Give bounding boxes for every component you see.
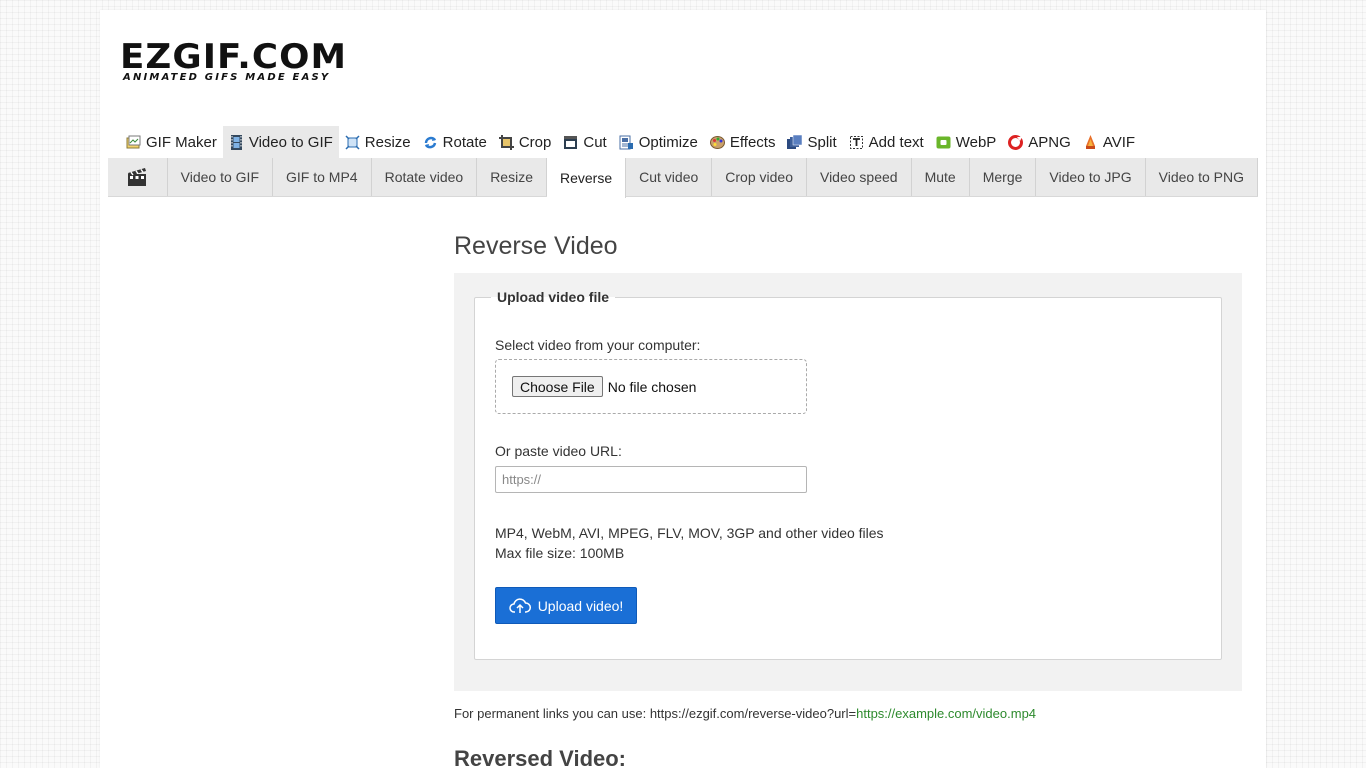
- nav-optimize[interactable]: Optimize: [613, 126, 704, 158]
- nav-label: Optimize: [638, 133, 698, 151]
- crop-icon: [498, 134, 514, 150]
- file-status: No file chosen: [607, 378, 697, 395]
- max-file-size: Max file size: 100MB: [495, 545, 625, 561]
- upload-button-label: Upload video!: [537, 597, 624, 614]
- reversed-video-heading: Reversed Video:: [454, 746, 627, 768]
- nav-label: Add text: [868, 133, 924, 151]
- subnav-video-to-jpg[interactable]: Video to JPG: [1036, 158, 1146, 196]
- palette-icon: [709, 135, 725, 150]
- avif-icon: [1083, 134, 1098, 150]
- subnav-video-speed[interactable]: Video speed: [807, 158, 912, 196]
- nav-label: Rotate: [442, 133, 487, 151]
- resize-icon: [345, 134, 360, 150]
- permalink-example: https://example.com/video.mp4: [856, 706, 1037, 721]
- subnav-cut-video[interactable]: Cut video: [626, 158, 713, 196]
- nav-label: APNG: [1028, 133, 1071, 151]
- url-label: Or paste video URL:: [495, 443, 622, 459]
- site-logo[interactable]: EZGIF.COM ANIMATED GIFS MADE EASY: [120, 40, 350, 83]
- subnav-mute[interactable]: Mute: [912, 158, 970, 196]
- upload-video-button[interactable]: Upload video!: [495, 587, 637, 624]
- nav-crop[interactable]: Crop: [493, 126, 558, 158]
- upload-fieldset: Upload video file Select video from your…: [474, 289, 1222, 660]
- select-file-label: Select video from your computer:: [495, 337, 701, 353]
- nav-add-text[interactable]: Add text: [843, 126, 930, 158]
- upload-legend: Upload video file: [497, 289, 610, 305]
- nav-label: Crop: [518, 133, 552, 151]
- nav-cut[interactable]: Cut: [557, 126, 612, 158]
- subnav-merge[interactable]: Merge: [970, 158, 1037, 196]
- nav-split[interactable]: Split: [781, 126, 842, 158]
- cut-icon: [563, 135, 578, 150]
- nav-label: Effects: [729, 133, 776, 151]
- nav-label: Video to GIF: [248, 133, 333, 151]
- file-drop-zone[interactable]: Choose File No file chosen: [495, 359, 807, 414]
- video-subnav: Video to GIF GIF to MP4 Rotate video Res…: [108, 158, 1258, 198]
- nav-label: WebP: [955, 133, 997, 151]
- supported-formats: MP4, WebM, AVI, MPEG, FLV, MOV, 3GP and …: [495, 525, 884, 541]
- film-icon: [229, 134, 244, 150]
- main-nav: GIF Maker Video to GIF Resize Rotate Cro…: [120, 126, 1141, 158]
- subnav-resize[interactable]: Resize: [477, 158, 547, 196]
- format-info: MP4, WebM, AVI, MPEG, FLV, MOV, 3GP and …: [495, 523, 884, 563]
- permalink-prefix: For permanent links you can use: https:/…: [454, 706, 857, 721]
- cloud-upload-icon: [508, 597, 531, 613]
- webp-icon: [936, 135, 951, 150]
- nav-label: GIF Maker: [146, 133, 217, 151]
- upload-panel: Upload video file Select video from your…: [454, 273, 1242, 691]
- nav-video-to-gif[interactable]: Video to GIF: [222, 126, 339, 158]
- nav-effects[interactable]: Effects: [704, 126, 782, 158]
- nav-resize[interactable]: Resize: [339, 126, 417, 158]
- nav-apng[interactable]: APNG: [1002, 126, 1077, 158]
- apng-icon: [1008, 134, 1024, 150]
- nav-label: Split: [807, 133, 837, 151]
- clapperboard-icon: [128, 168, 147, 186]
- subnav-rotate-video[interactable]: Rotate video: [372, 158, 478, 196]
- subnav-crop-video[interactable]: Crop video: [712, 158, 807, 196]
- choose-file-button[interactable]: Choose File: [512, 376, 603, 397]
- video-tools-home[interactable]: [108, 158, 168, 196]
- page-container: EZGIF.COM ANIMATED GIFS MADE EASY GIF Ma…: [100, 10, 1266, 768]
- optimize-icon: [619, 135, 634, 150]
- subnav-reverse[interactable]: Reverse: [546, 158, 627, 198]
- rotate-icon: [423, 135, 438, 150]
- subnav-gif-to-mp4[interactable]: GIF to MP4: [273, 158, 372, 196]
- video-url-input[interactable]: [495, 466, 807, 493]
- subnav-video-to-gif[interactable]: Video to GIF: [168, 158, 273, 196]
- split-icon: [787, 134, 803, 150]
- nav-label: Cut: [583, 133, 607, 151]
- nav-webp[interactable]: WebP: [930, 126, 1003, 158]
- nav-label: Resize: [364, 133, 411, 151]
- add-text-icon: [849, 135, 864, 150]
- subnav-video-to-png[interactable]: Video to PNG: [1146, 158, 1258, 196]
- nav-rotate[interactable]: Rotate: [417, 126, 493, 158]
- logo-main-text: EZGIF.COM: [120, 37, 348, 77]
- nav-gif-maker[interactable]: GIF Maker: [120, 126, 223, 158]
- nav-label: AVIF: [1102, 133, 1136, 151]
- nav-avif[interactable]: AVIF: [1077, 126, 1141, 158]
- gif-maker-icon: [126, 135, 141, 150]
- permalink-hint: For permanent links you can use: https:/…: [454, 706, 1036, 721]
- page-title: Reverse Video: [454, 232, 618, 260]
